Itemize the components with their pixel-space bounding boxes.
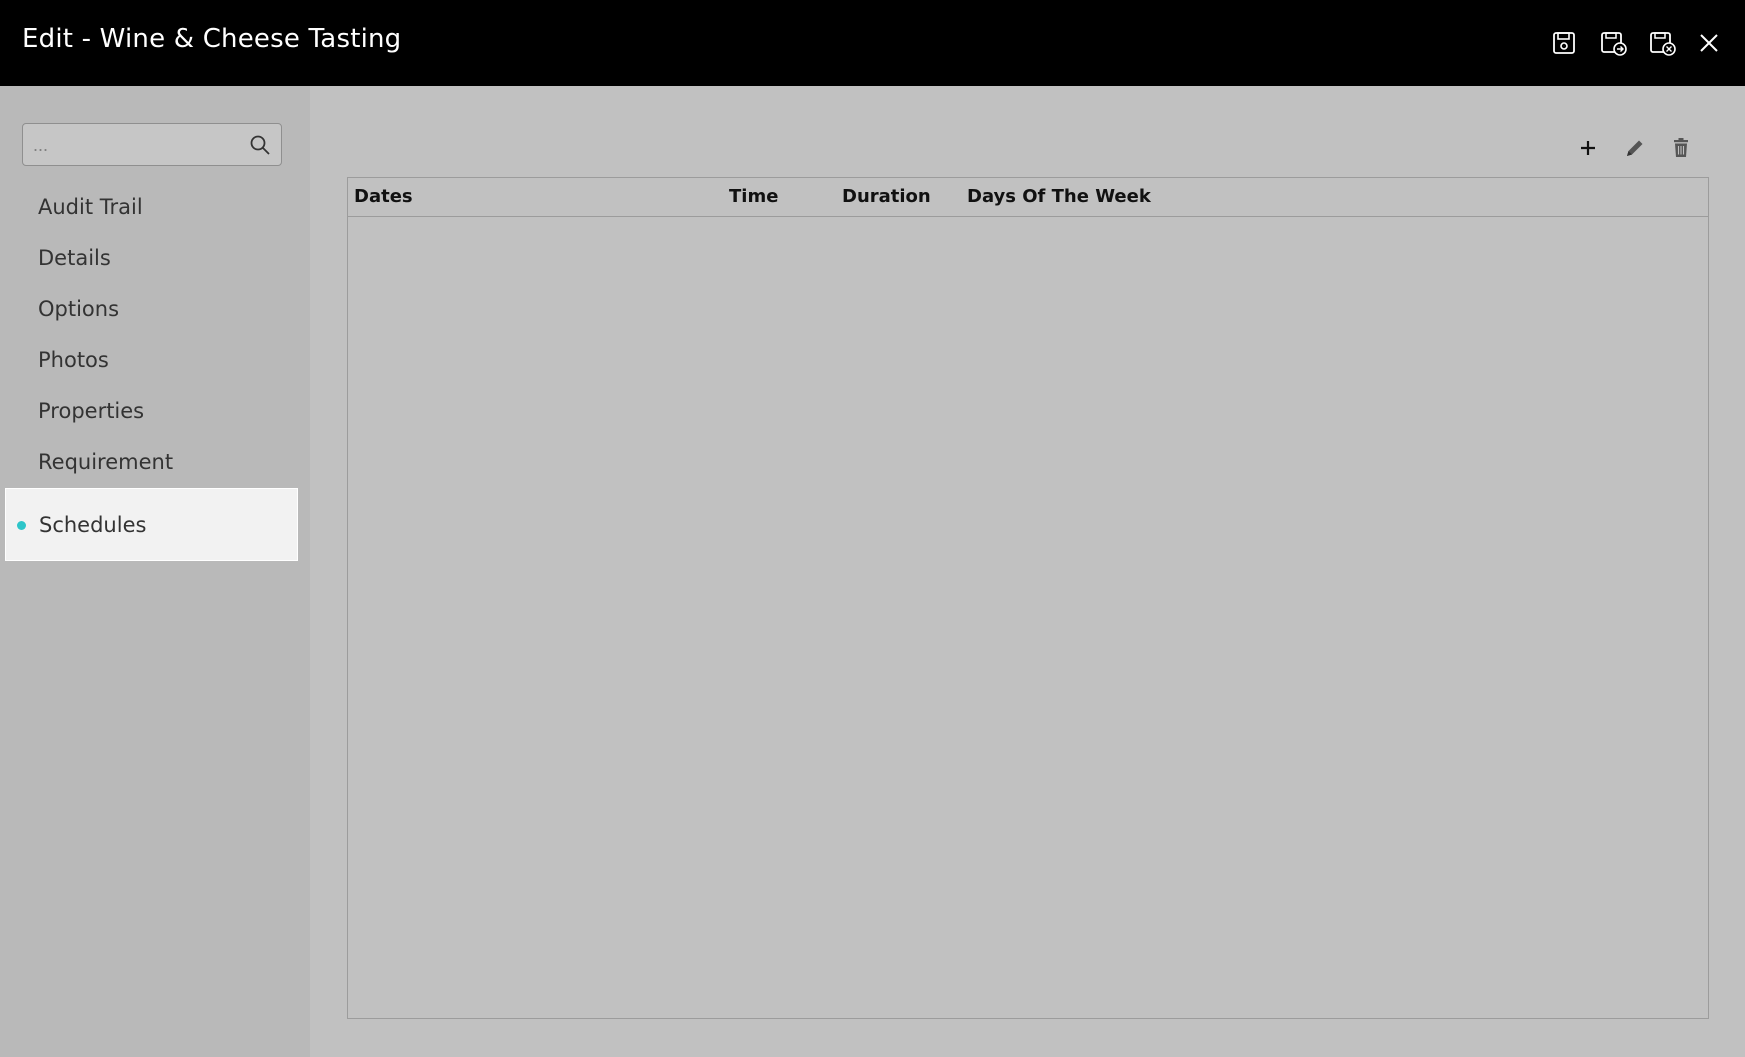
title-bar: Edit - Wine & Cheese Tasting [0,0,1745,86]
sidebar-item-audit-trail[interactable]: Audit Trail [0,182,310,233]
sidebar-item-label: Properties [38,399,145,423]
table-body [348,217,1708,1018]
sidebar-item-options[interactable]: Options [0,284,310,335]
plus-icon [1581,141,1595,155]
edit-button[interactable] [1621,134,1649,162]
table-header: Dates Time Duration Days Of The Week [348,178,1708,217]
sidebar-item-label: Requirement [38,450,174,474]
search-input[interactable] [31,124,235,167]
sidebar-item-requirement[interactable]: Requirement [0,437,310,488]
sidebar-item-photos[interactable]: Photos [0,335,310,386]
trash-icon [1674,138,1688,157]
sidebar-item-label: Audit Trail [38,195,143,219]
sidebar-item-label: Details [38,246,111,270]
sidebar-item-label: Schedules [39,513,147,537]
active-indicator-dot [17,521,26,530]
column-header-dates[interactable]: Dates [354,178,413,216]
save-and-next-button[interactable] [1599,28,1629,58]
pencil-icon [1627,140,1643,156]
column-header-days-of-week[interactable]: Days Of The Week [967,178,1151,216]
close-button[interactable] [1694,28,1724,58]
column-header-duration[interactable]: Duration [842,178,931,216]
search-box [22,123,282,167]
column-header-time[interactable]: Time [729,178,778,216]
sidebar-item-label: Options [38,297,120,321]
save-button[interactable] [1549,28,1579,58]
save-and-close-button[interactable] [1648,28,1678,58]
sidebar-item-properties[interactable]: Properties [0,386,310,437]
sidebar-item-details[interactable]: Details [0,233,310,284]
close-icon [1700,34,1718,52]
main-panel: Dates Time Duration Days Of The Week [310,86,1745,1057]
sidebar-item-schedules[interactable]: Schedules [5,488,298,561]
search-icon[interactable] [249,134,271,156]
schedules-table: Dates Time Duration Days Of The Week [347,177,1709,1019]
save-close-icon [1650,32,1676,56]
sidebar: Audit Trail Details Options Photos Prope… [0,86,310,1057]
save-next-icon [1601,32,1627,56]
edit-window: Edit - Wine & Cheese Tasting ... Audit T… [0,0,1745,1057]
add-button[interactable] [1574,134,1602,162]
sidebar-nav: Audit Trail Details Options Photos Prope… [0,182,310,561]
save-icon [1553,32,1575,54]
window-title: Edit - Wine & Cheese Tasting [22,24,402,54]
sidebar-item-label: Photos [38,348,109,372]
delete-button[interactable] [1667,134,1695,162]
